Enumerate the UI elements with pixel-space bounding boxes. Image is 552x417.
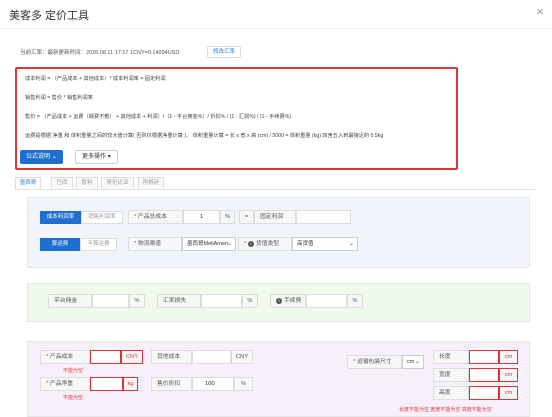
product-weight-label: * 产品净重: [40, 377, 90, 391]
fx-loss-input[interactable]: [201, 294, 242, 308]
fixed-profit-label: 固定利润: [254, 210, 296, 224]
equals-sign: =: [239, 210, 254, 224]
product-weight-text: 产品净重: [49, 381, 74, 387]
info-icon: i: [247, 241, 254, 247]
platform-commission-label: 平台佣金: [48, 294, 92, 308]
logistics-channel-select[interactable]: 墨西哥MeliAmeri ⌄: [182, 237, 236, 251]
required-mark: *: [46, 354, 49, 360]
required-mark: *: [353, 359, 356, 365]
width-input[interactable]: [469, 368, 499, 382]
product-cost-unit: CNY: [121, 350, 143, 364]
length-input[interactable]: [469, 350, 499, 364]
chevron-down-icon: ⌄: [414, 359, 420, 365]
fx-loss-label: 汇率损失: [157, 294, 201, 308]
profit-shipping-panel: 成本利润率 销售利润率 * 产品总成本 1 % = 固定利润 算运费 不算运费 …: [27, 197, 530, 268]
product-weight-error: 不能为空: [63, 395, 84, 401]
calc-shipping-button[interactable]: 算运费: [40, 238, 80, 251]
logistics-channel-text: 物流渠道: [137, 241, 162, 247]
chevron-down-icon: ⌄: [226, 241, 232, 247]
price-discount-input[interactable]: 100: [192, 377, 234, 391]
update-rate-button[interactable]: 修改汇率: [207, 46, 242, 58]
platform-commission-input[interactable]: [92, 294, 129, 308]
chevron-down-icon: ⌄: [51, 154, 57, 160]
goods-type-value: 高货值: [297, 241, 314, 247]
service-fee-input[interactable]: [306, 294, 347, 308]
service-fee-label: i 手续费: [270, 294, 306, 308]
product-cost-error: 不能为空: [63, 368, 84, 374]
length-unit: cm: [499, 350, 518, 364]
product-weight-unit: kg: [123, 377, 138, 391]
dialog-titlebar: 美客多 定价工具 ×: [0, 0, 552, 29]
info-icon: i: [276, 298, 282, 304]
cost-profit-mode-button[interactable]: 成本利润率: [40, 211, 81, 224]
formula-explain-label: 公式说明: [26, 154, 51, 160]
no-shipping-button[interactable]: 不算运费: [80, 238, 117, 251]
goods-type-select[interactable]: 高货值 ⌄: [292, 237, 358, 251]
dialog-title: 美客多 定价工具: [9, 10, 90, 22]
width-unit: cm: [499, 368, 518, 382]
formula-sales-profit: 销售利润 = 售价 * 销售利润率: [25, 95, 93, 101]
product-cost-label: * 产品成本: [40, 350, 90, 364]
logistics-channel-value: 墨西哥MeliAmeri: [187, 241, 228, 247]
product-cost-text: 产品成本: [49, 354, 74, 360]
product-total-cost-label: * 产品总成本: [128, 210, 183, 224]
other-cost-input[interactable]: [192, 350, 231, 364]
formula-explain-button[interactable]: 公式说明 ⌄: [20, 150, 63, 164]
height-label: 高度: [433, 386, 469, 400]
formula-cost-profit: 成本利润 = （产品成本 + 其他成本）* 成本利润率 = 固定利润: [25, 76, 166, 82]
price-discount-unit: %: [234, 377, 253, 391]
length-label: 长度: [433, 350, 469, 364]
close-icon[interactable]: ×: [536, 5, 544, 18]
height-unit: cm: [499, 386, 518, 400]
required-mark: *: [46, 381, 49, 387]
product-panel: * 产品成本 CNY 不能为空 其他成本 CNY * 产品净重 kg 不能为空 …: [27, 341, 530, 417]
platform-commission-unit: %: [129, 294, 145, 308]
fixed-profit-input[interactable]: [296, 210, 351, 224]
price-discount-label: 售价折扣: [151, 377, 192, 391]
caret-down-icon: ▾: [107, 154, 111, 160]
package-size-errors: 长度不能为空 宽度不能为空 高度不能为空: [399, 407, 492, 413]
formula-price: 售价 = （产品成本 + 运费（邮费不敷） + 其他成本 + 利润）/（1 - …: [25, 114, 292, 120]
percent-unit: %: [220, 210, 235, 224]
package-unit-select[interactable]: cm ⌄: [402, 355, 424, 369]
package-unit-value: cm: [407, 359, 415, 365]
goods-type-label: * i 货值类型: [238, 237, 292, 251]
sales-profit-mode-button[interactable]: 销售利润率: [81, 211, 123, 224]
product-weight-input[interactable]: [90, 377, 123, 391]
formula-shipping-note: 运费是根据 净重 和 体积重量之间的较大值计算( 否则仅根据净重计算 )。 体积…: [25, 133, 384, 139]
other-cost-label: 其他成本: [151, 350, 192, 364]
service-fee-unit: %: [347, 294, 363, 308]
package-size-text: 运输包装尺寸: [356, 359, 392, 365]
fees-panel: 平台佣金 % 汇率损失 % i 手续费 %: [27, 283, 530, 322]
more-actions-label: 更多操作: [82, 154, 107, 160]
other-cost-unit: CNY: [231, 350, 253, 364]
product-cost-input[interactable]: [90, 350, 121, 364]
required-mark: *: [134, 241, 137, 247]
height-input[interactable]: [469, 386, 499, 400]
package-size-label: * 运输包装尺寸: [347, 355, 402, 369]
service-fee-text: 手续费: [284, 298, 302, 304]
product-total-cost-text: 产品总成本: [137, 214, 167, 220]
fx-loss-unit: %: [242, 294, 258, 308]
required-mark: *: [244, 241, 247, 247]
more-actions-button[interactable]: 更多操作 ▾: [75, 150, 118, 164]
required-mark: *: [134, 214, 137, 220]
product-total-cost-input[interactable]: 1: [183, 210, 220, 224]
width-label: 宽度: [433, 368, 469, 382]
chevron-down-icon: ⌄: [348, 241, 354, 247]
logistics-channel-label: * 物流渠道: [128, 237, 182, 251]
exchange-rate-text: 当前汇率：最新更新时间：2026.08.11 17:17 1CNY=0.1409…: [20, 50, 180, 56]
goods-type-text: 货值类型: [255, 241, 280, 247]
tabs-divider: [15, 189, 535, 190]
formula-panel: 成本利润 = （产品成本 + 其他成本）* 成本利润率 = 固定利润 销售利润 …: [15, 67, 458, 170]
